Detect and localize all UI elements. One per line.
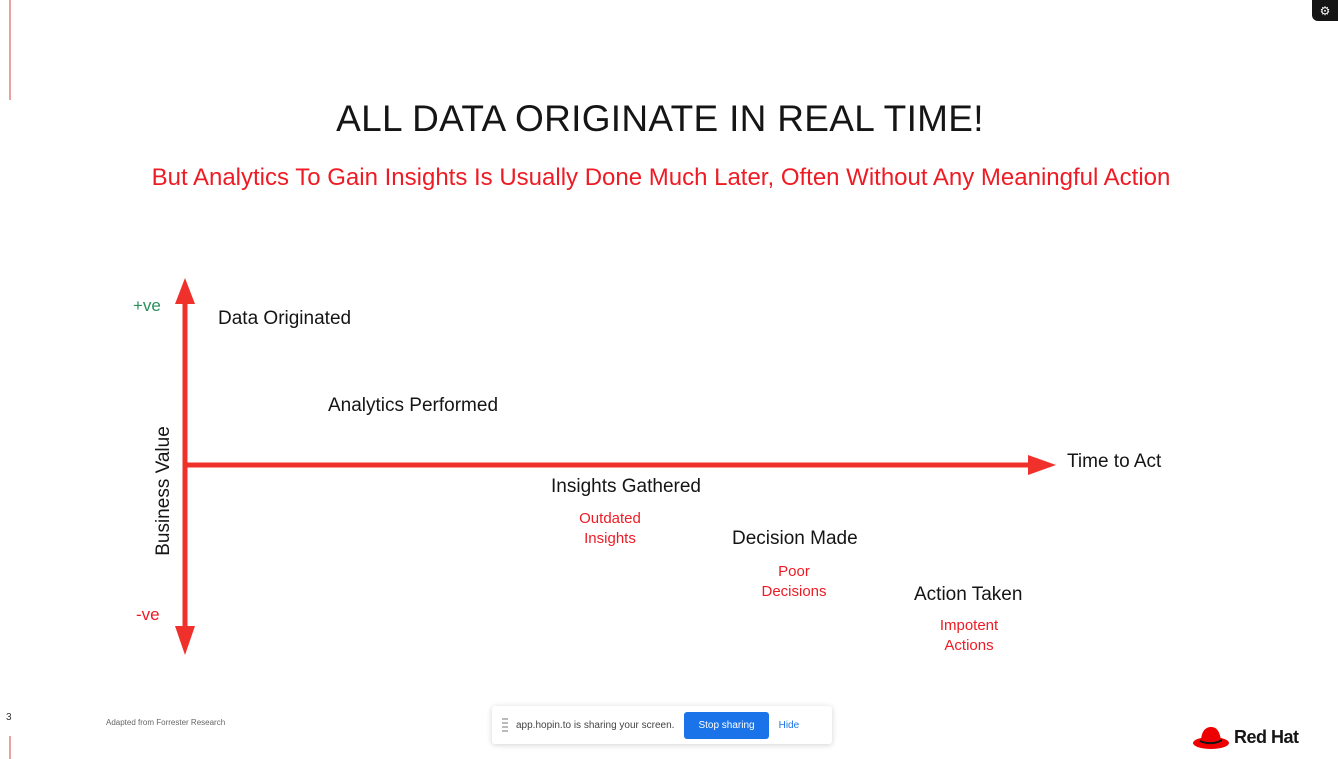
share-message: app.hopin.to is sharing your screen. — [516, 719, 675, 731]
negative-value-label: -ve — [136, 605, 160, 624]
red-hat-icon — [1193, 727, 1229, 749]
outcome-impotent-actions: Impotent Actions — [909, 616, 1029, 656]
stage-data-originated: Data Originated — [218, 308, 352, 329]
red-hat-logo: Red Hat — [1192, 724, 1299, 750]
stage-insights-gathered: Insights Gathered — [551, 476, 701, 497]
outcome-line: Impotent — [939, 617, 999, 634]
y-axis-arrow-up — [175, 278, 195, 304]
brand-name: Red Hat — [1234, 726, 1299, 747]
outcome-poor-decisions: Poor Decisions — [734, 562, 854, 602]
outcome-line: Actions — [944, 637, 994, 654]
stage-analytics-performed: Analytics Performed — [328, 395, 499, 416]
screen-share-bar: app.hopin.to is sharing your screen. Sto… — [492, 706, 832, 744]
outcome-line: Outdated — [579, 510, 641, 527]
stop-sharing-button[interactable]: Stop sharing — [684, 711, 769, 739]
outcome-line: Decisions — [761, 583, 827, 600]
y-axis-label: Business Value — [153, 426, 174, 556]
outcome-outdated-insights: Outdated Insights — [550, 509, 670, 549]
page-number: 3 — [6, 712, 12, 723]
positive-value-label: +ve — [133, 296, 161, 315]
y-axis-arrow-down — [175, 626, 195, 655]
hide-share-bar-button[interactable]: Hide — [779, 720, 800, 731]
axes-diagram — [175, 278, 1056, 655]
x-axis-arrow-right — [1028, 455, 1056, 475]
x-axis-label: Time to Act — [1067, 451, 1162, 472]
outcome-line: Insights — [584, 530, 636, 547]
drag-handle-icon[interactable] — [502, 718, 508, 732]
source-footnote: Adapted from Forrester Research — [106, 718, 226, 727]
stage-decision-made: Decision Made — [732, 528, 858, 549]
outcome-line: Poor — [778, 563, 810, 580]
stage-action-taken: Action Taken — [914, 584, 1023, 605]
